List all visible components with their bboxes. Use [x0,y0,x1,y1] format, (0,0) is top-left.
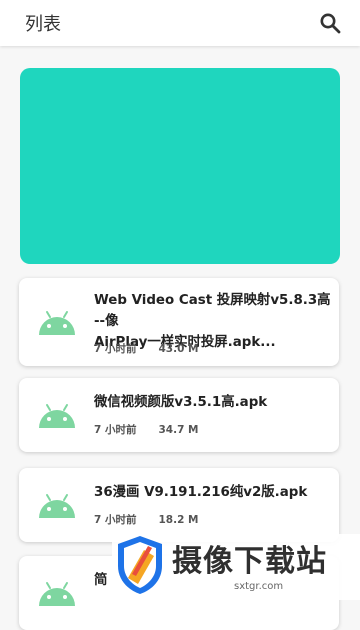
file-time: 7 小时前 [94,343,137,355]
list-item[interactable]: Web Video Cast 投屏映射v5.8.3高 --像 AirPlay一样… [19,278,339,366]
banner[interactable] [20,68,340,264]
file-name: 36漫画 V9.191.216纯v2版.apk [94,485,308,500]
file-time: 7 小时前 [94,514,137,526]
file-meta: 7 小时前 18.2 M [94,512,198,527]
watermark-title: 摄像下载站 [172,544,327,579]
watermark-url: sxtgr.com [234,581,284,592]
search-icon[interactable] [318,11,342,35]
page-title: 列表 [25,14,61,35]
file-meta: 7 小时前 43.0 M [94,341,198,356]
android-icon [39,494,75,518]
shield-logo-icon [118,536,162,594]
android-icon [39,311,75,335]
file-size: 43.0 M [158,343,199,355]
file-size: 34.7 M [158,424,199,436]
file-name: 微信视频颜版v3.5.1高.apk [94,395,268,410]
app-bar: 列表 [0,0,360,46]
android-icon [39,582,75,606]
android-icon [39,404,75,428]
watermark: 摄像下载站 sxtgr.com [112,534,360,600]
list-item[interactable]: 36漫画 V9.191.216纯v2版.apk 7 小时前 18.2 M [19,468,339,542]
file-meta: 7 小时前 34.7 M [94,422,198,437]
file-size: 18.2 M [158,514,199,526]
list-item[interactable]: 微信视频颜版v3.5.1高.apk 7 小时前 34.7 M [19,378,339,452]
file-time: 7 小时前 [94,424,137,436]
